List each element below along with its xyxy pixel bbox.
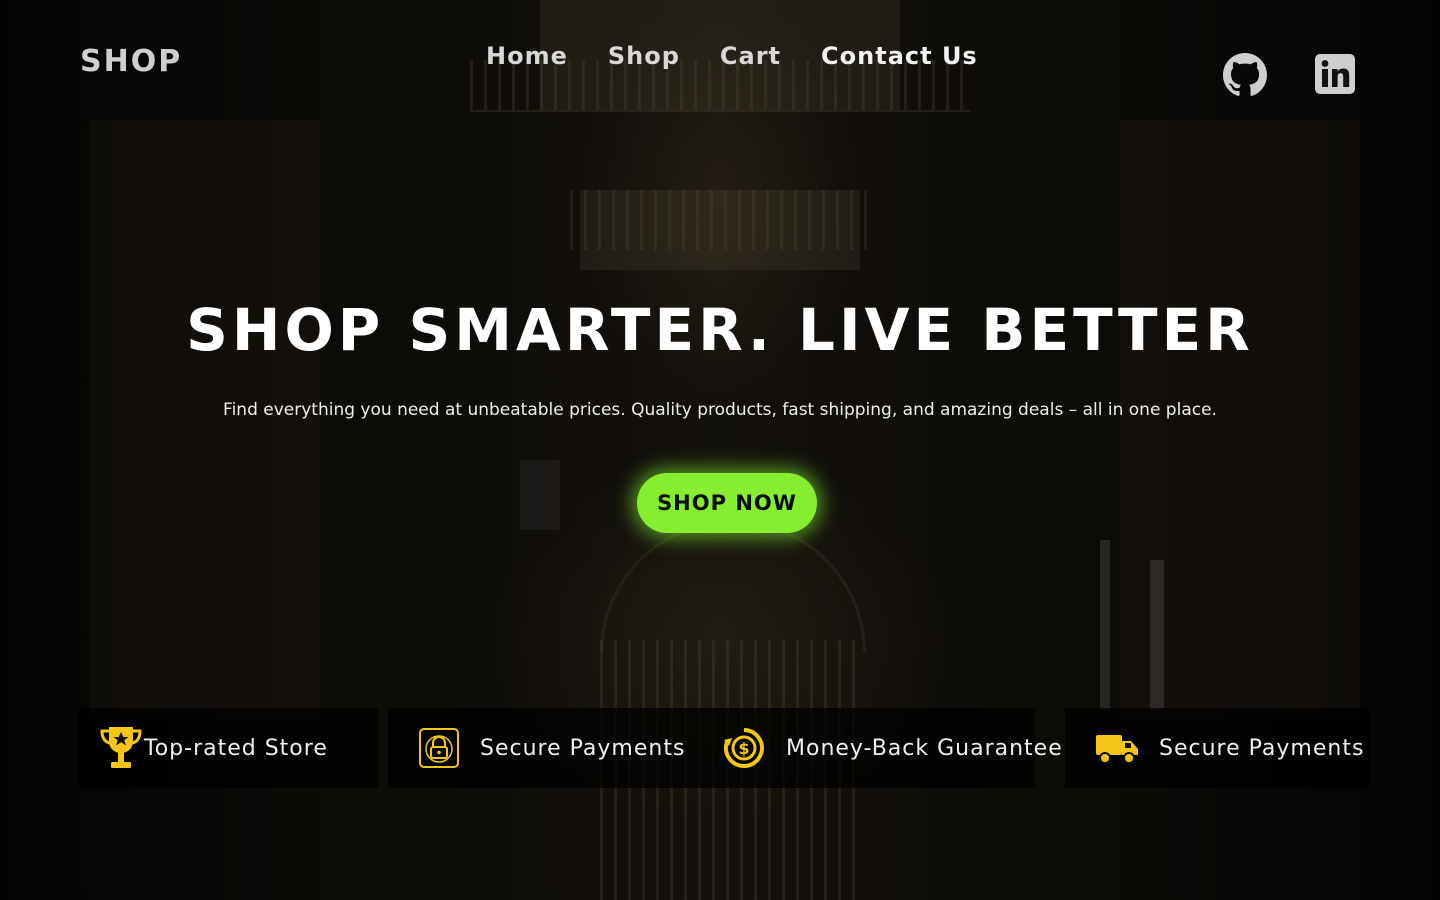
feature-shipping: Secure Payments xyxy=(1065,708,1370,788)
linkedin-icon xyxy=(1315,54,1355,94)
nav-contact-us[interactable]: Contact Us xyxy=(821,42,978,70)
hero-title: SHOP SMARTER. LIVE BETTER xyxy=(186,296,1254,364)
shop-now-button[interactable]: SHOP NOW xyxy=(637,473,817,533)
hero-subtitle: Find everything you need at unbeatable p… xyxy=(223,400,1217,420)
feature-label: Money-Back Guarantee xyxy=(786,735,1063,761)
nav-home[interactable]: Home xyxy=(486,42,568,70)
feature-label: Secure Payments xyxy=(1159,735,1365,761)
features-bar: Top-rated Store Secure Payments $ Money-… xyxy=(78,708,1370,788)
site-logo[interactable]: SHOP xyxy=(80,44,182,79)
github-link[interactable] xyxy=(1222,52,1268,98)
main-nav: Home Shop Cart Contact Us xyxy=(486,42,978,70)
lock-icon xyxy=(418,727,460,769)
feature-money-back: $ Money-Back Guarantee xyxy=(700,708,1062,788)
feature-secure-payments: Secure Payments xyxy=(388,708,700,788)
nav-shop[interactable]: Shop xyxy=(608,42,680,70)
nav-cart[interactable]: Cart xyxy=(720,42,781,70)
truck-icon xyxy=(1095,731,1139,765)
dollar-coin-icon: $ xyxy=(722,726,766,770)
svg-text:$: $ xyxy=(738,739,749,758)
trophy-icon xyxy=(98,725,144,771)
feature-label: Top-rated Store xyxy=(144,735,328,761)
linkedin-link[interactable] xyxy=(1313,52,1357,96)
github-icon xyxy=(1223,53,1267,96)
feature-top-rated: Top-rated Store xyxy=(78,708,378,788)
feature-label: Secure Payments xyxy=(480,735,686,761)
